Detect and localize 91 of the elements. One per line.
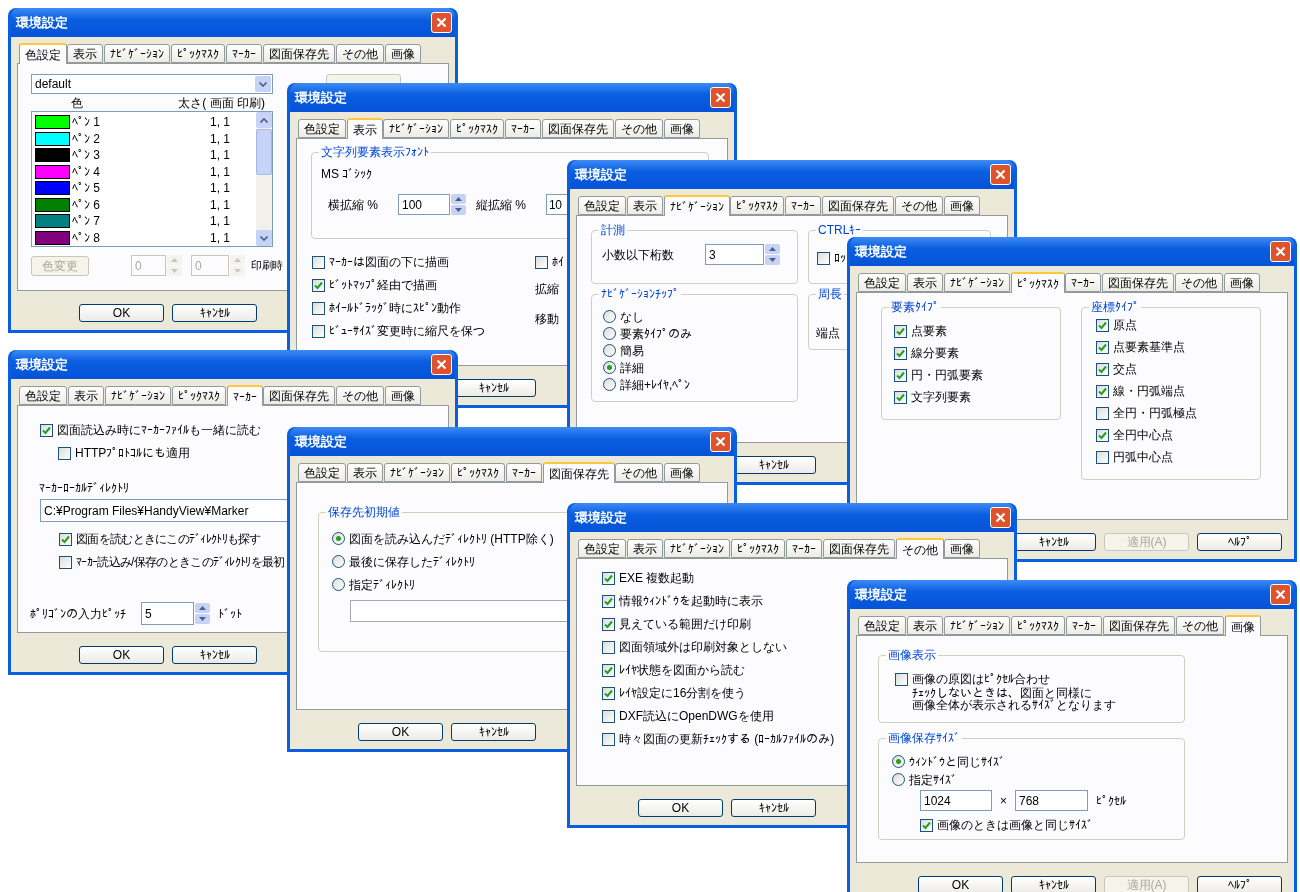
group-label: ﾅﾋﾞｹﾞｰｼｮﾝﾁｯﾌﾟ [599, 286, 681, 302]
hint-text: ﾁｪｯｸしないときは、図面と同様に 画像全体が表示されるｻｲｽﾞとなります [911, 687, 1117, 711]
column-header: 色 [71, 94, 83, 112]
checkbox-label: ﾋﾞｯﾄﾏｯﾌﾟ経由で描画 [329, 277, 437, 293]
group-label: 計測 [599, 222, 627, 238]
field-label: 横拡縮 % [327, 196, 379, 214]
checkbox-label: 情報ｳｨﾝﾄﾞｳを起動時に表示 [619, 593, 763, 609]
checkbox-label: DXF読込にOpenDWGを使用 [619, 708, 774, 724]
field-label: 印刷時 [251, 258, 283, 274]
window-title: 環境設定 [575, 165, 627, 184]
column-header: 太さ( 画面 印刷) [178, 94, 265, 112]
checkbox-label: 時々図面の更新ﾁｪｯｸする (ﾛｰｶﾙﾌｧｲﾙのみ) [619, 731, 835, 747]
window-title: 環境設定 [855, 585, 907, 604]
group-label: 要素ﾀｲﾌﾟ [889, 299, 941, 315]
group-label: 文字列要素表示ﾌｫﾝﾄ [319, 144, 431, 160]
checkbox-label: 図面領域外は印刷対象としない [619, 639, 787, 655]
checkbox-label: ﾏｰｶｰ読込み/保存のときこのﾃﾞｨﾚｸﾄﾘを最初 [76, 554, 285, 570]
pen-width: 1, 1 [210, 130, 230, 148]
window-title: 環境設定 [575, 508, 627, 527]
radio-label: 図面を読み込んだﾃﾞｨﾚｸﾄﾘ (HTTP除く) [349, 530, 554, 547]
checkbox-label: ﾚｲﾔ状態を図面から読む [619, 662, 745, 678]
times-sign: × [999, 792, 1008, 810]
group-label: 画像表示 [886, 647, 938, 663]
checkbox-label: 全円・円弧極点 [1113, 405, 1197, 421]
pen-width: 1, 1 [210, 163, 230, 181]
pen-width: 1, 1 [210, 147, 230, 165]
group-label: 周長 [816, 286, 844, 302]
checkbox-label: ﾚｲﾔ設定に16分割を使う [619, 685, 747, 701]
pen-label: ﾍﾟﾝ 6 [71, 196, 101, 214]
field-label: 縦拡縮 % [476, 196, 527, 214]
pen-width: 1, 1 [210, 229, 230, 246]
checkbox-label: 線分要素 [911, 345, 959, 361]
group-label: 画像保存ｻｲｽﾞ [886, 730, 962, 746]
checkbox-label: HTTPﾌﾟﾛﾄｺﾙにも適用 [75, 445, 191, 461]
checkbox-label: 円弧中心点 [1113, 449, 1173, 465]
checkbox-label: 点要素 [911, 323, 947, 339]
checkbox-label: ﾏｰｶｰは図面の下に描画 [329, 254, 449, 270]
pen-width: 1, 1 [210, 114, 230, 132]
checkbox-label: 全円中心点 [1113, 427, 1173, 443]
window-title: 環境設定 [855, 242, 907, 261]
pen-label: ﾍﾟﾝ 3 [71, 147, 101, 165]
window-title: 環境設定 [16, 355, 68, 374]
pen-width: 1, 1 [210, 196, 230, 214]
checkbox-label: EXE 複数起動 [619, 570, 695, 586]
checkbox-label: ﾋﾞｭｰｻｲｽﾞ変更時に縮尺を保つ [329, 323, 485, 339]
checkbox-label: 円・円弧要素 [911, 367, 983, 383]
radio-label: 指定ｻｲｽﾞ [909, 771, 957, 788]
pen-width: 1, 1 [210, 180, 230, 198]
font-name: MS ｺﾞｼｯｸ [321, 166, 373, 182]
checkbox-label: 交点 [1113, 361, 1137, 377]
radio-label: なし [620, 308, 644, 325]
field-label: 移動 [535, 311, 560, 327]
pen-width: 1, 1 [210, 213, 230, 231]
unit-label: ﾋﾟｸｾﾙ [1096, 792, 1126, 810]
checkbox-label: 図面を読むときにこのﾃﾞｨﾚｸﾄﾘも探す [76, 531, 261, 547]
checkbox-label: 点要素基準点 [1113, 339, 1185, 355]
radio-label: 詳細 [620, 359, 644, 376]
radio-label: 詳細+ﾚｲﾔ,ﾍﾟﾝ [620, 376, 691, 393]
pen-label: ﾍﾟﾝ 1 [71, 114, 101, 132]
checkbox-label: 見えている範囲だけ印刷 [619, 616, 751, 632]
pen-label: ﾍﾟﾝ 2 [71, 130, 101, 148]
field-label: 拡縮 [535, 281, 560, 297]
checkbox-label: ﾛｯ [834, 250, 846, 266]
field-label: ﾎﾟﾘｺﾞﾝの入力ﾋﾟｯﾁ [30, 605, 127, 623]
checkbox-label: 図面読込み時にﾏｰｶｰﾌｧｲﾙも一緒に読む [57, 422, 261, 438]
field-label: 小数以下桁数 [602, 246, 675, 264]
group-label: CTRLｷｰ [816, 222, 864, 238]
field-label: ﾏｰｶｰﾛｰｶﾙﾃﾞｨﾚｸﾄﾘ [38, 480, 130, 496]
window-title: 環境設定 [295, 88, 347, 107]
checkbox-label: ﾎｲｰﾙﾄﾞﾗｯｸﾞ時にｽﾋﾟﾝ動作 [329, 300, 461, 316]
radio-label: 簡易 [620, 342, 644, 359]
field-label: 端点 [816, 326, 840, 340]
window-title: 環境設定 [16, 13, 68, 32]
pen-label: ﾍﾟﾝ 8 [71, 229, 101, 246]
checkbox-label: 原点 [1113, 317, 1137, 333]
radio-label: 要素ﾀｲﾌﾟのみ [620, 325, 692, 342]
checkbox-label: 文字列要素 [911, 389, 971, 405]
checkbox-label: 画像のときは画像と同じｻｲｽﾞ [937, 817, 1093, 833]
pen-label: ﾍﾟﾝ 4 [71, 163, 101, 181]
window-title: 環境設定 [295, 432, 347, 451]
radio-label: ｳｨﾝﾄﾞｳと同じｻｲｽﾞ [909, 753, 1005, 770]
group-label: 座標ﾀｲﾌﾟ [1089, 299, 1141, 315]
group-label: 保存先初期値 [326, 504, 402, 520]
radio-label: 指定ﾃﾞｨﾚｸﾄﾘ [349, 576, 415, 593]
checkbox-label: 線・円弧端点 [1113, 383, 1185, 399]
pen-label: ﾍﾟﾝ 5 [71, 180, 101, 198]
checkbox-label: ﾎｲ [552, 254, 564, 270]
radio-label: 最後に保存したﾃﾞｨﾚｸﾄﾘ [349, 553, 475, 570]
unit-label: ﾄﾞｯﾄ [218, 605, 242, 623]
pen-label: ﾍﾟﾝ 7 [71, 213, 101, 231]
checkbox-label: 画像の原図はﾋﾟｸｾﾙ合わせ [912, 671, 1050, 687]
